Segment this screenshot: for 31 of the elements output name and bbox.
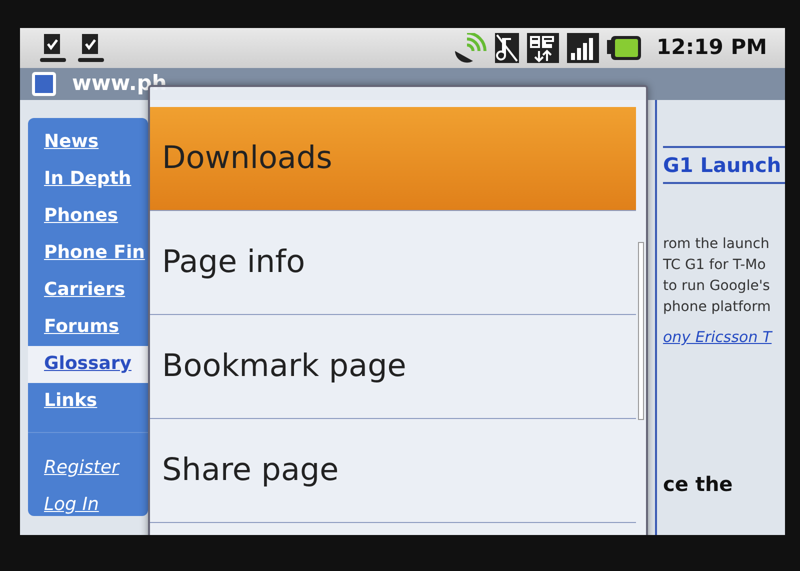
satellite-dish-icon [452, 33, 487, 63]
sidebar-link[interactable]: News [28, 124, 148, 161]
sidebar-link[interactable]: Register [28, 450, 148, 487]
review-link[interactable]: ony Ericsson T [663, 326, 785, 348]
sidebar-link[interactable]: Phones [28, 198, 148, 235]
site-favicon-icon [32, 72, 56, 96]
article-text: TC G1 for T-Mo [663, 256, 767, 275]
muted-music-icon [494, 33, 519, 63]
scroll-thumb[interactable] [638, 242, 644, 420]
article-text: to run Google's [663, 277, 771, 296]
sidebar-link[interactable]: Links [28, 383, 148, 420]
article-text: phone platform [663, 298, 772, 317]
article-text: rom the launch [663, 235, 770, 254]
menu-item[interactable]: Downloads [150, 107, 636, 211]
sidebar-link[interactable]: Phone Fin [28, 235, 148, 272]
battery-icon [606, 36, 641, 60]
news-headline[interactable]: ce the [663, 468, 785, 498]
download-done-icon [76, 32, 106, 64]
sidebar-link[interactable]: Log In [28, 487, 148, 524]
sidebar-link[interactable]: Carriers [28, 272, 148, 309]
menu-item[interactable]: Share page [150, 419, 636, 523]
download-done-icon [38, 32, 68, 64]
menu-item[interactable]: Page info [150, 211, 636, 315]
article-headline[interactable]: G1 Launch [663, 146, 785, 184]
signal-icon [566, 33, 599, 63]
sidebar-link[interactable]: Glossary [28, 346, 148, 383]
menu-item[interactable]: Bookmark page [150, 315, 636, 419]
sidebar-link[interactable]: Forums [28, 309, 148, 346]
clock: 12:19 PM [656, 34, 767, 62]
sidebar-link[interactable]: In Depth [28, 161, 148, 198]
3g-data-icon [526, 33, 559, 63]
